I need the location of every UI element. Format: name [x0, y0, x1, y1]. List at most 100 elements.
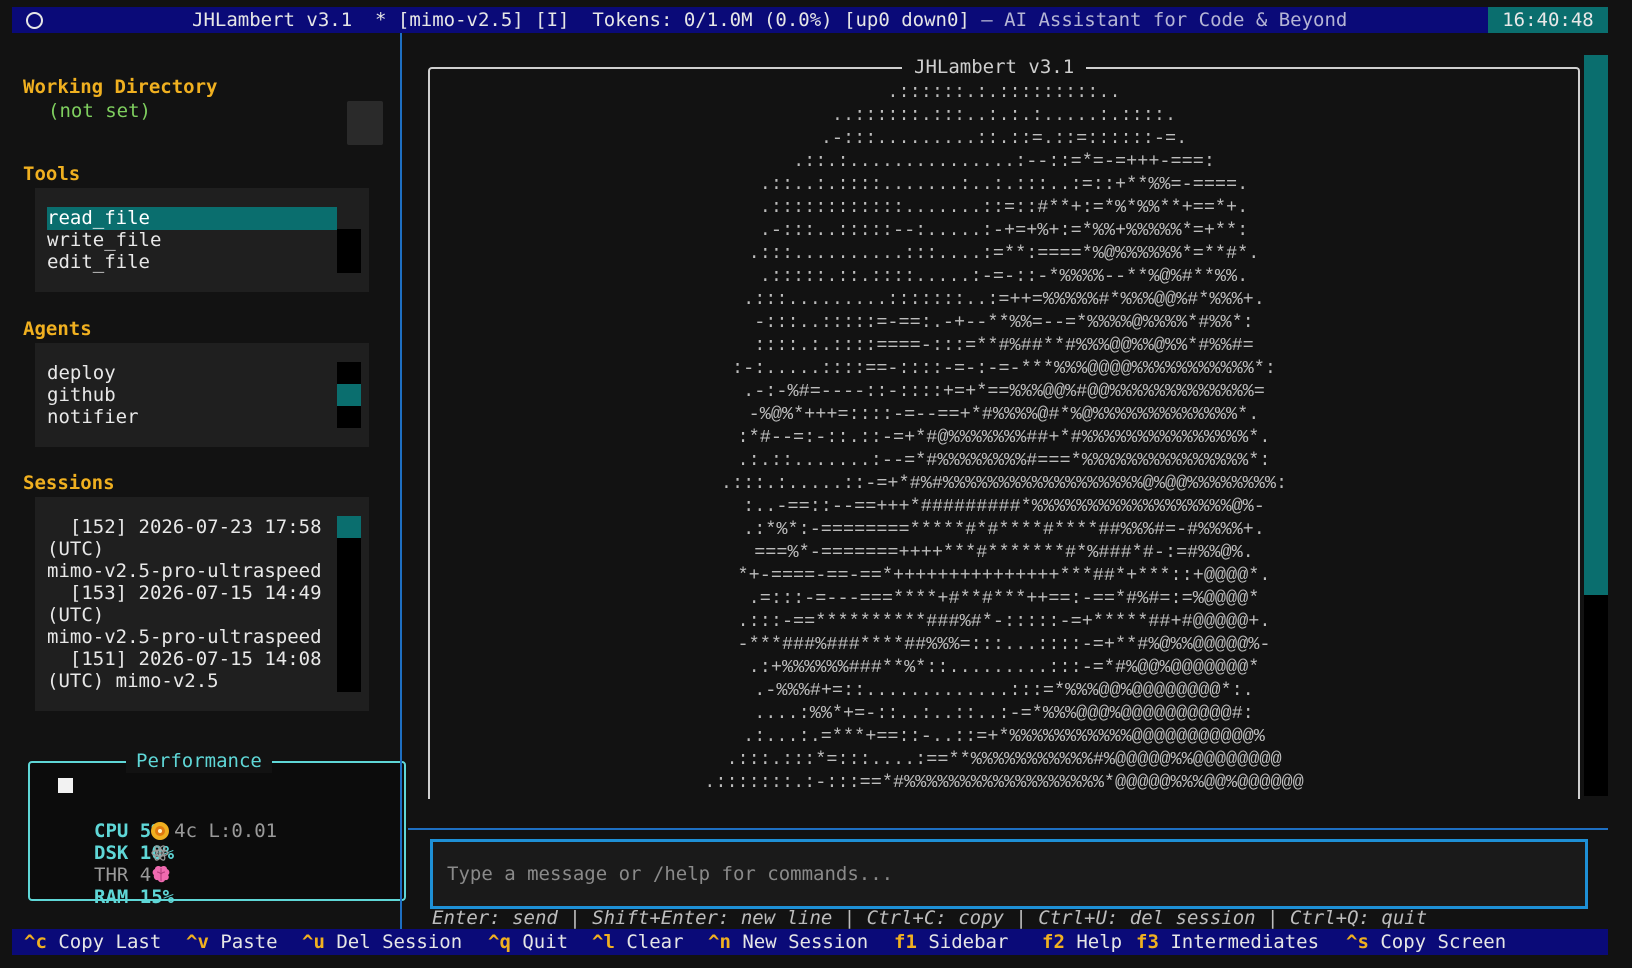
agent-item-github[interactable]: github [47, 384, 337, 407]
shortcut-label: Help [1076, 931, 1123, 953]
sidebar-divider[interactable] [400, 33, 402, 931]
tools-panel: read_file write_file edit_file [35, 188, 369, 292]
shortcut-label: Intermediates [1170, 931, 1320, 953]
shortcut-intermediates[interactable]: f3 Intermediates [1136, 929, 1319, 955]
message-input[interactable] [445, 856, 1569, 892]
shortcut-key: f2 [1042, 931, 1065, 953]
ascii-art-line: .-:-%#=----::-::::+=+*==%%%@@%#@@%%%%%%%… [743, 381, 1265, 402]
working-directory-scrollbar[interactable] [347, 101, 383, 145]
working-directory-value: (not set) [48, 100, 151, 122]
ascii-art-line: ..::::::.:::..:.:.:.....:.::::. [831, 105, 1177, 126]
sessions-scrollbar-thumb[interactable] [337, 516, 361, 538]
session-line[interactable]: (UTC) [47, 604, 337, 627]
message-input-box[interactable] [430, 839, 1588, 909]
ascii-art-line: -***###%###****##%%%=:::...::::-=+**#%@%… [737, 634, 1271, 655]
ascii-art-line: .:::::::.:-:::==*#%%%%%%%%%%%%%%%%%%*@@@… [704, 772, 1304, 793]
ram-readout: RAM 15% [94, 886, 174, 909]
title-bar: JHLambert v3.1 * [mimo-v2.5] [I] Tokens:… [12, 7, 1608, 33]
shortcut-key: ^v [186, 931, 209, 953]
sessions-scrollbar-track[interactable] [337, 516, 361, 692]
chat-frame-title: JHLambert v3.1 [902, 55, 1087, 79]
shortcut-copy-last[interactable]: ^c Copy Last [24, 929, 161, 955]
shortcut-key: ^q [488, 931, 511, 953]
ascii-art-line: .-:::.........::.::=.::=::::::-=. [820, 128, 1188, 149]
brain-icon [58, 842, 169, 883]
agent-item-deploy[interactable]: deploy [47, 362, 337, 385]
session-line[interactable]: (UTC) mimo-v2.5 [47, 670, 337, 693]
ram-value: 15% [139, 886, 175, 908]
chat-output-frame: JHLambert v3.1 .::::::.:.:::::::::....::… [428, 55, 1580, 799]
tool-item-write-file[interactable]: write_file [47, 229, 337, 252]
shortcut-key: ^u [302, 931, 325, 953]
shortcut-clear[interactable]: ^l Clear [592, 929, 684, 955]
sessions-title: Sessions [23, 472, 115, 494]
shortcut-sidebar[interactable]: f1 Sidebar [894, 929, 1008, 955]
session-line[interactable]: [153] 2026-07-15 14:49 [47, 582, 337, 605]
shortcut-key: f3 [1136, 931, 1159, 953]
ascii-art-line: .:::..........:::....:=**:====*%@%%%%%%*… [748, 243, 1260, 264]
ascii-art-line: .:.::.......:--=*#%%%%%%%%#===*%%%%%%%%%… [737, 450, 1271, 471]
tools-scrollbar[interactable] [337, 229, 361, 273]
tool-item-read-file[interactable]: read_file [47, 207, 337, 230]
keyboard-hint: Enter: send | Shift+Enter: new line | Ct… [432, 907, 1428, 929]
ascii-art-line: :-:.....::::==-::::-=-:-=-***%%%@@@@%%%%… [732, 358, 1276, 379]
chat-scrollbar-thumb[interactable] [1584, 55, 1608, 595]
shortcut-label: Del Session [336, 931, 463, 953]
ascii-art-line: :..-==::--==+++*#########*%%%%%%%%%%%%%%… [743, 496, 1265, 517]
shortcut-label: New Session [742, 931, 869, 953]
session-line[interactable]: [152] 2026-07-23 17:58 [47, 516, 337, 539]
session-line[interactable]: (UTC) [47, 538, 337, 561]
ascii-art-line: .:::.:.....::-=+*#%#%%%%%%%%%%%%%%%%%%@%… [720, 473, 1288, 494]
ascii-art-line: .:::.........:::::::..:=++=%%%%%#*%%%@@%… [743, 289, 1265, 310]
shortcut-key: f1 [894, 931, 917, 953]
session-line[interactable]: mimo-v2.5-pro-ultraspeed [47, 560, 337, 583]
shortcut-bar: ^c Copy Last ^v Paste ^u Del Session ^q … [12, 929, 1608, 955]
tool-item-edit-file[interactable]: edit_file [47, 251, 337, 274]
ascii-art-line: .::::::.:.:::::::::.. [887, 82, 1121, 103]
ascii-art-logo: .::::::.:.:::::::::....::::::.:::..:.:.:… [430, 81, 1578, 797]
title-subtitle: – AI Assistant for Code & Beyond [969, 9, 1348, 31]
performance-title: Performance [126, 749, 272, 773]
terminal-window: JHLambert v3.1 * [mimo-v2.5] [I] Tokens:… [0, 0, 1632, 968]
shortcut-label: Clear [626, 931, 684, 953]
shortcut-paste[interactable]: ^v Paste [186, 929, 278, 955]
working-directory-title: Working Directory [23, 76, 218, 98]
disk-icon [58, 798, 169, 840]
ascii-art-line: .::.:...............:--::=*=-=+++-===: [793, 151, 1215, 172]
agent-item-notifier[interactable]: notifier [47, 406, 337, 429]
ascii-art-line: ===%*-=======++++***#*******#*%###*#-:=#… [754, 542, 1254, 563]
shortcut-copy-screen[interactable]: ^s Copy Screen [1346, 929, 1506, 955]
ascii-art-line: .::::::::::::.......::=::#**+:=*%*%%**+=… [759, 197, 1249, 218]
clock: 16:40:48 [1488, 7, 1608, 33]
ascii-art-line: .::..:.::::.......:..:.:::..:=::+**%%=-=… [759, 174, 1249, 195]
ascii-art-line: -:::..:::::=-==:.-+--**%%=--=*%%%%@%%%%*… [754, 312, 1254, 333]
input-divider [408, 828, 1608, 830]
shortcut-key: ^n [708, 931, 731, 953]
shortcut-help[interactable]: f2 Help [1042, 929, 1122, 955]
shortcut-label: Copy Screen [1380, 931, 1507, 953]
ascii-art-line: .:*%*:-========*****#*#****#****##%%%#=-… [743, 519, 1265, 540]
agents-scrollbar-thumb[interactable] [337, 384, 361, 406]
session-line[interactable]: mimo-v2.5-pro-ultraspeed [47, 626, 337, 649]
shortcut-key: ^l [592, 931, 615, 953]
ascii-art-line: .:...:.=***+==::-..::=+*%%%%%%%%%%%@@@@@… [743, 726, 1265, 747]
shortcut-key: ^c [24, 931, 47, 953]
shortcut-del-session[interactable]: ^u Del Session [302, 929, 462, 955]
session-line[interactable]: [151] 2026-07-15 14:08 [47, 648, 337, 671]
ascii-art-line: .-:::..:::::--:.....:-+=+%+:=*%%+%%%%%*=… [759, 220, 1249, 241]
ascii-art-line: .:+%%%%%%###**%*::.........:::-=*#%@@%@@… [748, 657, 1260, 678]
performance-panel: Performance CPU 5% 4c L:0.01 DSK 10% THR… [28, 749, 406, 908]
tools-title: Tools [23, 163, 81, 185]
shortcut-quit[interactable]: ^q Quit [488, 929, 568, 955]
ascii-art-line: .:::-==**********###%#*-:::::-=+*****##+… [737, 611, 1271, 632]
title-text: JHLambert v3.1 * [mimo-v2.5] [I] Tokens:… [192, 7, 1347, 33]
ascii-art-line: .-%%%#+=::.............:::=*%%%@@%@@@@@@… [754, 680, 1254, 701]
cpu-extra: 4c L:0.01 [174, 820, 278, 842]
threads-icon [58, 820, 169, 861]
ascii-art-line: -%@%*+++=::::-=--==+*#%%%%@#*%@%%%%%%%%%… [748, 404, 1260, 425]
ascii-art-line: .=:::-=---===****+#**#***++==:-==*#%#=:=… [748, 588, 1260, 609]
shortcut-new-session[interactable]: ^n New Session [708, 929, 868, 955]
ascii-art-line: ::::.:.::::====-:::=**#%##**#%%%@@%%@%%*… [754, 335, 1254, 356]
ascii-art-line: .:::::.::.::::.....:-=-::-*%%%%--**%@%#*… [759, 266, 1249, 287]
ascii-art-line: :*#--=:-::.::-=+*#@%%%%%%%##+*#%%%%%%%%%… [737, 427, 1271, 448]
